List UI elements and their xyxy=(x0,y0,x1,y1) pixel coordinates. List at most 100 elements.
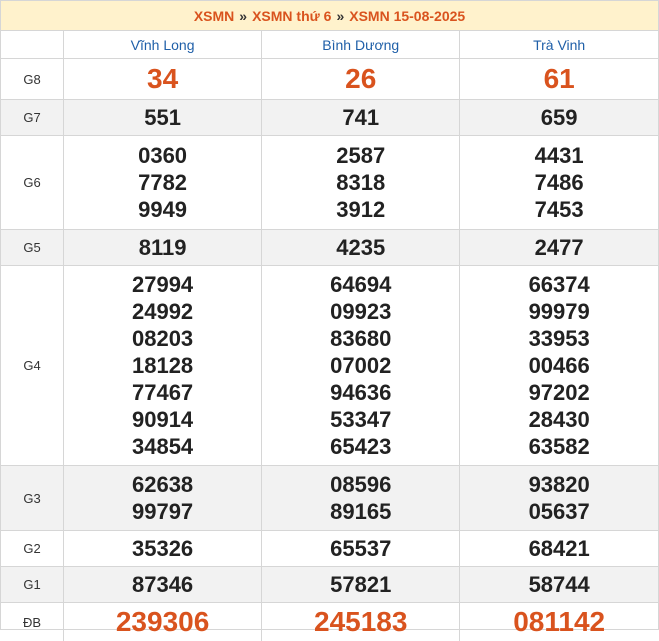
province-header: Vĩnh Long xyxy=(64,31,262,59)
province-header: Trà Vinh xyxy=(460,31,658,59)
prize-number: 3912 xyxy=(262,196,459,223)
prize-number: 34854 xyxy=(64,433,261,460)
breadcrumb-separator: » xyxy=(239,8,247,24)
prize-cell: 741 xyxy=(262,100,460,136)
prize-number: 68421 xyxy=(460,535,658,562)
prize-label: G1 xyxy=(1,567,64,603)
prize-row-g3: G3626389979708596891659382005637 xyxy=(1,466,658,531)
prize-number: 7453 xyxy=(460,196,658,223)
special-prize-number: 245183 xyxy=(262,603,459,641)
prize-number: 24992 xyxy=(64,298,261,325)
prize-row-g5: G5811942352477 xyxy=(1,230,658,266)
prize-cell: 65537 xyxy=(262,531,460,567)
prize-number: 99979 xyxy=(460,298,658,325)
special-prize-number: 239306 xyxy=(64,603,261,641)
prize-cell: 245183 xyxy=(262,603,460,641)
prize-number: 33953 xyxy=(460,325,658,352)
breadcrumb: XSMN » XSMN thứ 6 » XSMN 15-08-2025 xyxy=(1,1,658,31)
province-header: Bình Dương xyxy=(262,31,460,59)
prize-number: 7486 xyxy=(460,169,658,196)
prize-label: G8 xyxy=(1,59,64,100)
province-link-tra-vinh[interactable]: Trà Vinh xyxy=(533,37,585,53)
prize-cell: 551 xyxy=(64,100,262,136)
prize-rows: G8342661G7551741659G60360778299492587831… xyxy=(1,59,658,641)
breadcrumb-link-date[interactable]: XSMN 15-08-2025 xyxy=(349,8,465,24)
prize-cell: 258783183912 xyxy=(262,136,460,230)
prize-label: ĐB xyxy=(1,603,64,641)
prize-row-g7: G7551741659 xyxy=(1,100,658,136)
prize-number: 741 xyxy=(262,104,459,131)
prize-cell: 57821 xyxy=(262,567,460,603)
province-link-vinh-long[interactable]: Vĩnh Long xyxy=(131,37,195,53)
prize-cell: 081142 xyxy=(460,603,658,641)
prize-cell: 64694099238368007002946365334765423 xyxy=(262,266,460,466)
results-table: Vĩnh Long Bình Dương Trà Vinh G8342661G7… xyxy=(1,31,658,641)
prize-label: G7 xyxy=(1,100,64,136)
prize-cell: 58744 xyxy=(460,567,658,603)
prize-number: 4235 xyxy=(262,234,459,261)
prize-number: 58744 xyxy=(460,571,658,598)
prize-number: 8318 xyxy=(262,169,459,196)
prize-cell: 87346 xyxy=(64,567,262,603)
prize-number: 65537 xyxy=(262,535,459,562)
prize-number: 09923 xyxy=(262,298,459,325)
prize-cell: 34 xyxy=(64,59,262,100)
prize-cell: 9382005637 xyxy=(460,466,658,531)
results-panel: XSMN » XSMN thứ 6 » XSMN 15-08-2025 Vĩnh… xyxy=(0,0,659,630)
prize-cell: 26 xyxy=(262,59,460,100)
prize-number: 2587 xyxy=(262,142,459,169)
breadcrumb-separator: » xyxy=(336,8,344,24)
prize-number: 18128 xyxy=(64,352,261,379)
prize-number: 27994 xyxy=(64,271,261,298)
prize-label: G6 xyxy=(1,136,64,230)
prize-number: 28430 xyxy=(460,406,658,433)
prize-number: 64694 xyxy=(262,271,459,298)
prize-label: G3 xyxy=(1,466,64,531)
prize-number: 35326 xyxy=(64,535,261,562)
prize-cell: 61 xyxy=(460,59,658,100)
prize-number: 551 xyxy=(64,104,261,131)
prize-number: 07002 xyxy=(262,352,459,379)
prize-cell: 66374999793395300466972022843063582 xyxy=(460,266,658,466)
prize-number: 53347 xyxy=(262,406,459,433)
prize-number: 99797 xyxy=(64,498,261,525)
prize-cell: 659 xyxy=(460,100,658,136)
prize-number: 659 xyxy=(460,104,658,131)
province-link-binh-duong[interactable]: Bình Dương xyxy=(322,37,399,53)
prize-number: 57821 xyxy=(262,571,459,598)
prize-number: 93820 xyxy=(460,471,658,498)
prize-cell: 036077829949 xyxy=(64,136,262,230)
prize-number: 26 xyxy=(262,59,459,99)
prize-number: 89165 xyxy=(262,498,459,525)
prize-cell: 2477 xyxy=(460,230,658,266)
prize-number: 83680 xyxy=(262,325,459,352)
prize-cell: 27994249920820318128774679091434854 xyxy=(64,266,262,466)
prize-number: 66374 xyxy=(460,271,658,298)
prize-number: 94636 xyxy=(262,379,459,406)
breadcrumb-link-xsmn[interactable]: XSMN xyxy=(194,8,234,24)
province-header-row: Vĩnh Long Bình Dương Trà Vinh xyxy=(1,31,658,59)
special-prize-number: 081142 xyxy=(460,603,658,641)
prize-number: 61 xyxy=(460,59,658,99)
prize-row-g6: G6036077829949258783183912443174867453 xyxy=(1,136,658,230)
prize-number: 65423 xyxy=(262,433,459,460)
prize-number: 2477 xyxy=(460,234,658,261)
prize-number: 8119 xyxy=(64,234,261,261)
prize-number: 87346 xyxy=(64,571,261,598)
prize-row-g1: G1873465782158744 xyxy=(1,567,658,603)
header-corner-cell xyxy=(1,31,64,59)
prize-row-g8: G8342661 xyxy=(1,59,658,100)
prize-number: 05637 xyxy=(460,498,658,525)
prize-number: 4431 xyxy=(460,142,658,169)
prize-cell: 6263899797 xyxy=(64,466,262,531)
breadcrumb-link-weekday[interactable]: XSMN thứ 6 xyxy=(252,8,331,24)
prize-label: G5 xyxy=(1,230,64,266)
prize-number: 34 xyxy=(64,59,261,99)
prize-cell: 8119 xyxy=(64,230,262,266)
prize-number: 7782 xyxy=(64,169,261,196)
prize-number: 62638 xyxy=(64,471,261,498)
prize-cell: 239306 xyxy=(64,603,262,641)
prize-row-đb: ĐB239306245183081142 xyxy=(1,603,658,641)
prize-label: G4 xyxy=(1,266,64,466)
prize-number: 63582 xyxy=(460,433,658,460)
